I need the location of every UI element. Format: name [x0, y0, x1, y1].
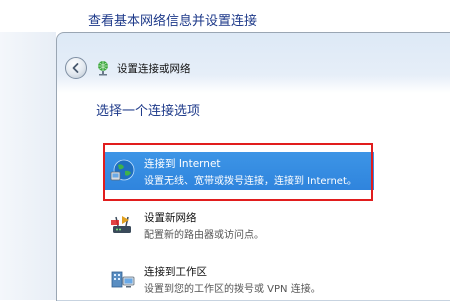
option-title: 设置新网络: [144, 212, 197, 224]
section-heading: 选择一个连接选项: [96, 104, 201, 119]
option-description: 设置到您的工作区的拨号或 VPN 连接。: [144, 284, 321, 295]
background-window-header: 查看基本网络信息并设置连接: [0, 0, 450, 32]
annotation-highlight-box: [103, 143, 373, 201]
option-setup-new-network[interactable]: 设置新网络 配置新的路由器或访问点。: [104, 206, 374, 244]
option-connect-workplace[interactable]: 连接到工作区 设置到您的工作区的拨号或 VPN 连接。: [104, 260, 374, 298]
dialog-navigation-bar: 设置连接或网络: [65, 57, 365, 79]
back-arrow-icon: [72, 63, 79, 73]
workplace-connection-icon: [111, 271, 135, 288]
background-window-left-pane: [0, 32, 56, 300]
option-description: 配置新的路由器或访问点。: [144, 230, 264, 241]
dialog-title: 设置连接或网络: [117, 63, 191, 75]
back-button[interactable]: [65, 57, 87, 79]
option-title: 连接到工作区: [144, 266, 207, 278]
network-setup-icon: [98, 61, 108, 76]
router-setup-icon: [111, 216, 131, 233]
background-window-title: 查看基本网络信息并设置连接: [88, 14, 258, 29]
